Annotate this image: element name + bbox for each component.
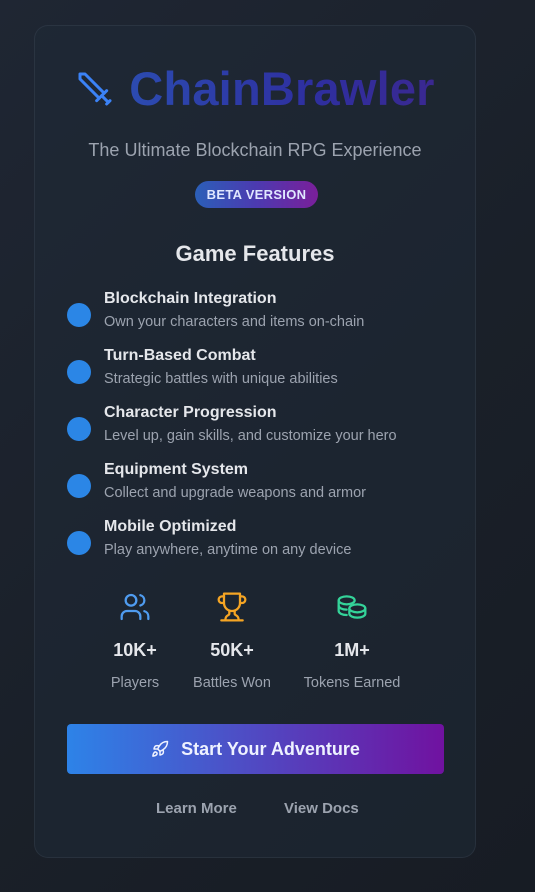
stat-value: 1M+ — [334, 640, 370, 660]
start-adventure-button[interactable]: Start Your Adventure — [67, 724, 444, 774]
feature-dot-icon — [67, 474, 91, 498]
feature-title: Blockchain Integration — [104, 290, 277, 307]
stat-value: 50K+ — [210, 640, 254, 660]
feature-item: Equipment System Collect and upgrade wea… — [67, 461, 447, 511]
feature-item: Turn-Based Combat Strategic battles with… — [67, 347, 447, 397]
coins-icon — [337, 595, 367, 619]
feature-item: Mobile Optimized Play anywhere, anytime … — [67, 518, 447, 568]
feature-title: Turn-Based Combat — [104, 347, 256, 364]
stat-value: 10K+ — [113, 640, 157, 660]
feature-dot-icon — [67, 360, 91, 384]
stat-players: 10K+ Players — [95, 591, 175, 692]
landing-card: ChainBrawler The Ultimate Blockchain RPG… — [34, 25, 476, 858]
feature-title: Mobile Optimized — [104, 518, 237, 535]
rocket-icon — [152, 740, 169, 757]
feature-dot-icon — [67, 417, 91, 441]
feature-title: Character Progression — [104, 404, 277, 421]
brand-name: ChainBrawler — [129, 62, 435, 115]
feature-description: Collect and upgrade weapons and armor — [104, 485, 366, 501]
stat-battles: 50K+ Battles Won — [186, 591, 278, 692]
brand-header: ChainBrawler — [35, 64, 475, 114]
beta-badge: BETA VERSION — [195, 181, 318, 208]
stat-label: Players — [110, 675, 160, 691]
features-title: Game Features — [175, 241, 335, 266]
feature-dot-icon — [67, 303, 91, 327]
start-adventure-label: Start Your Adventure — [181, 738, 360, 759]
feature-description: Level up, gain skills, and customize you… — [104, 428, 397, 444]
feature-description: Own your characters and items on-chain — [104, 314, 365, 330]
tagline: The Ultimate Blockchain RPG Experience — [88, 140, 422, 160]
feature-item: Blockchain Integration Own your characte… — [67, 290, 447, 340]
feature-item: Character Progression Level up, gain ski… — [67, 404, 447, 454]
feature-description: Play anywhere, anytime on any device — [104, 542, 352, 558]
feature-description: Strategic battles with unique abilities — [104, 371, 338, 387]
view-docs-link[interactable]: View Docs — [284, 800, 359, 817]
feature-title: Equipment System — [104, 461, 249, 478]
feature-dot-icon — [67, 531, 91, 555]
stat-label: Tokens Earned — [303, 675, 401, 691]
sword-icon — [78, 72, 112, 106]
users-icon — [120, 593, 150, 621]
stat-tokens: 1M+ Tokens Earned — [297, 591, 407, 692]
trophy-icon — [217, 592, 247, 622]
stat-label: Battles Won — [193, 675, 271, 691]
learn-more-link[interactable]: Learn More — [156, 800, 237, 817]
